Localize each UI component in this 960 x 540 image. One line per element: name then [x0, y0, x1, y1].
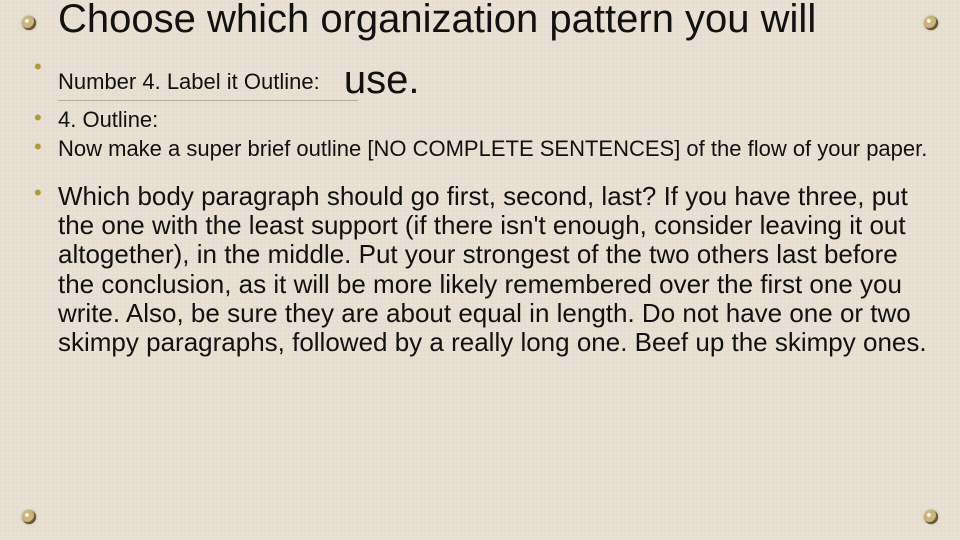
bullet-text: Now make a super brief outline [NO COMPL…	[58, 136, 927, 161]
title-line2: use.	[344, 60, 420, 100]
corner-rivet-icon	[22, 16, 36, 30]
bullet-list: Number 4. Label it Outline: use.	[34, 56, 930, 96]
corner-rivet-icon	[924, 510, 938, 524]
bullet-list: 4. Outline: Now make a super brief outli…	[34, 107, 930, 358]
bullet-text: 4. Outline:	[58, 107, 158, 132]
corner-rivet-icon	[22, 510, 36, 524]
list-item: 4. Outline:	[34, 107, 930, 132]
divider	[58, 100, 358, 101]
bullet-text: Number 4. Label it Outline:	[58, 69, 320, 94]
slide-body: Number 4. Label it Outline: use. 4. Outl…	[34, 56, 930, 358]
corner-rivet-icon	[924, 16, 938, 30]
list-item: Number 4. Label it Outline: use.	[34, 56, 930, 96]
bullet-text: Which body paragraph should go first, se…	[58, 181, 927, 358]
list-item: Which body paragraph should go first, se…	[34, 182, 930, 358]
list-item: Now make a super brief outline [NO COMPL…	[34, 136, 930, 161]
title-line1: Choose which organization pattern you wi…	[58, 0, 816, 41]
slide-title: Choose which organization pattern you wi…	[58, 0, 930, 41]
